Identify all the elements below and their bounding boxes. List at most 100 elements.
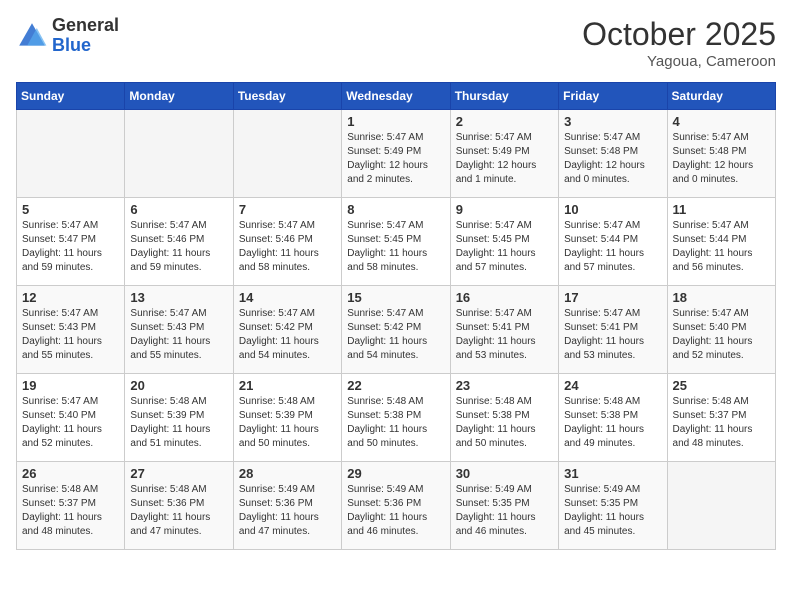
day-cell: 1 Sunrise: 5:47 AM Sunset: 5:49 PM Daylig… — [342, 110, 450, 198]
day-number: 5 — [22, 202, 119, 217]
day-cell: 17 Sunrise: 5:47 AM Sunset: 5:41 PM Dayli… — [559, 286, 667, 374]
header-cell-sunday: Sunday — [17, 83, 125, 110]
logo-icon — [16, 20, 48, 52]
day-info: Sunrise: 5:47 AM Sunset: 5:41 PM Dayligh… — [564, 307, 661, 363]
day-number: 9 — [456, 202, 553, 217]
week-row-2: 12 Sunrise: 5:47 AM Sunset: 5:43 PM Dayli… — [17, 286, 776, 374]
day-info: Sunrise: 5:48 AM Sunset: 5:38 PM Dayligh… — [456, 395, 553, 451]
day-info: Sunrise: 5:48 AM Sunset: 5:39 PM Dayligh… — [239, 395, 336, 451]
day-cell: 16Sunrise: 5:47 AM Sunset: 5:41 PM Dayli… — [450, 286, 558, 374]
day-cell: 12 Sunrise: 5:47 AM Sunset: 5:43 PM Dayli… — [17, 286, 125, 374]
day-info: Sunrise: 5:47 AM Sunset: 5:49 PM Dayligh… — [456, 131, 553, 187]
day-info: Sunrise: 5:47 AM Sunset: 5:47 PM Dayligh… — [22, 219, 119, 275]
day-info: Sunrise: 5:48 AM Sunset: 5:38 PM Dayligh… — [564, 395, 661, 451]
header-cell-thursday: Thursday — [450, 83, 558, 110]
day-number: 14 — [239, 290, 336, 305]
logo: General Blue — [16, 16, 119, 56]
day-cell: 10Sunrise: 5:47 AM Sunset: 5:44 PM Dayli… — [559, 198, 667, 286]
day-cell: 5 Sunrise: 5:47 AM Sunset: 5:47 PM Daylig… — [17, 198, 125, 286]
day-number: 13 — [130, 290, 227, 305]
day-info: Sunrise: 5:48 AM Sunset: 5:38 PM Dayligh… — [347, 395, 444, 451]
day-number: 6 — [130, 202, 227, 217]
day-number: 16 — [456, 290, 553, 305]
day-cell: 13Sunrise: 5:47 AM Sunset: 5:43 PM Dayli… — [125, 286, 233, 374]
day-cell — [667, 462, 775, 550]
day-number: 21 — [239, 378, 336, 393]
day-number: 28 — [239, 466, 336, 481]
day-cell: 20Sunrise: 5:48 AM Sunset: 5:39 PM Dayli… — [125, 374, 233, 462]
day-cell: 4 Sunrise: 5:47 AM Sunset: 5:48 PM Daylig… — [667, 110, 775, 198]
day-info: Sunrise: 5:48 AM Sunset: 5:36 PM Dayligh… — [130, 483, 227, 539]
day-info: Sunrise: 5:47 AM Sunset: 5:48 PM Dayligh… — [564, 131, 661, 187]
week-row-4: 26Sunrise: 5:48 AM Sunset: 5:37 PM Dayli… — [17, 462, 776, 550]
day-number: 31 — [564, 466, 661, 481]
day-info: Sunrise: 5:47 AM Sunset: 5:48 PM Dayligh… — [673, 131, 770, 187]
day-number: 25 — [673, 378, 770, 393]
day-info: Sunrise: 5:47 AM Sunset: 5:40 PM Dayligh… — [22, 395, 119, 451]
calendar-table: SundayMondayTuesdayWednesdayThursdayFrid… — [16, 82, 776, 550]
day-cell: 24 Sunrise: 5:48 AM Sunset: 5:38 PM Dayli… — [559, 374, 667, 462]
logo-blue-text: Blue — [52, 36, 119, 56]
day-number: 12 — [22, 290, 119, 305]
day-number: 4 — [673, 114, 770, 129]
week-row-1: 5 Sunrise: 5:47 AM Sunset: 5:47 PM Daylig… — [17, 198, 776, 286]
logo-general-text: General — [52, 16, 119, 36]
day-cell: 23 Sunrise: 5:48 AM Sunset: 5:38 PM Dayli… — [450, 374, 558, 462]
logo-text: General Blue — [52, 16, 119, 56]
week-row-0: 1 Sunrise: 5:47 AM Sunset: 5:49 PM Daylig… — [17, 110, 776, 198]
header-cell-monday: Monday — [125, 83, 233, 110]
day-info: Sunrise: 5:49 AM Sunset: 5:36 PM Dayligh… — [347, 483, 444, 539]
day-cell: 29 Sunrise: 5:49 AM Sunset: 5:36 PM Dayli… — [342, 462, 450, 550]
day-cell: 14 Sunrise: 5:47 AM Sunset: 5:42 PM Dayli… — [233, 286, 341, 374]
header-cell-wednesday: Wednesday — [342, 83, 450, 110]
day-cell: 22 Sunrise: 5:48 AM Sunset: 5:38 PM Dayli… — [342, 374, 450, 462]
day-cell: 6 Sunrise: 5:47 AM Sunset: 5:46 PM Daylig… — [125, 198, 233, 286]
day-number: 22 — [347, 378, 444, 393]
day-info: Sunrise: 5:48 AM Sunset: 5:37 PM Dayligh… — [22, 483, 119, 539]
day-info: Sunrise: 5:49 AM Sunset: 5:35 PM Dayligh… — [564, 483, 661, 539]
day-number: 29 — [347, 466, 444, 481]
day-number: 7 — [239, 202, 336, 217]
day-cell: 11Sunrise: 5:47 AM Sunset: 5:44 PM Dayli… — [667, 198, 775, 286]
day-number: 1 — [347, 114, 444, 129]
day-info: Sunrise: 5:47 AM Sunset: 5:43 PM Dayligh… — [22, 307, 119, 363]
day-cell: 30Sunrise: 5:49 AM Sunset: 5:35 PM Dayli… — [450, 462, 558, 550]
day-info: Sunrise: 5:47 AM Sunset: 5:46 PM Dayligh… — [130, 219, 227, 275]
day-number: 11 — [673, 202, 770, 217]
day-number: 19 — [22, 378, 119, 393]
day-info: Sunrise: 5:47 AM Sunset: 5:45 PM Dayligh… — [456, 219, 553, 275]
day-cell: 21 Sunrise: 5:48 AM Sunset: 5:39 PM Dayli… — [233, 374, 341, 462]
day-number: 24 — [564, 378, 661, 393]
day-cell: 15Sunrise: 5:47 AM Sunset: 5:42 PM Dayli… — [342, 286, 450, 374]
location: Yagoua, Cameroon — [582, 53, 776, 70]
day-info: Sunrise: 5:47 AM Sunset: 5:49 PM Dayligh… — [347, 131, 444, 187]
day-number: 8 — [347, 202, 444, 217]
day-info: Sunrise: 5:47 AM Sunset: 5:46 PM Dayligh… — [239, 219, 336, 275]
day-info: Sunrise: 5:47 AM Sunset: 5:42 PM Dayligh… — [347, 307, 444, 363]
day-info: Sunrise: 5:47 AM Sunset: 5:40 PM Dayligh… — [673, 307, 770, 363]
day-number: 18 — [673, 290, 770, 305]
day-cell: 25Sunrise: 5:48 AM Sunset: 5:37 PM Dayli… — [667, 374, 775, 462]
day-number: 3 — [564, 114, 661, 129]
day-info: Sunrise: 5:49 AM Sunset: 5:35 PM Dayligh… — [456, 483, 553, 539]
week-row-3: 19 Sunrise: 5:47 AM Sunset: 5:40 PM Dayli… — [17, 374, 776, 462]
title-block: October 2025 Yagoua, Cameroon — [582, 16, 776, 70]
header-row: SundayMondayTuesdayWednesdayThursdayFrid… — [17, 83, 776, 110]
day-cell — [17, 110, 125, 198]
calendar-body: 1 Sunrise: 5:47 AM Sunset: 5:49 PM Daylig… — [17, 110, 776, 550]
day-number: 20 — [130, 378, 227, 393]
day-info: Sunrise: 5:49 AM Sunset: 5:36 PM Dayligh… — [239, 483, 336, 539]
day-cell — [125, 110, 233, 198]
day-cell: 8Sunrise: 5:47 AM Sunset: 5:45 PM Daylig… — [342, 198, 450, 286]
day-number: 17 — [564, 290, 661, 305]
day-number: 23 — [456, 378, 553, 393]
day-cell: 31 Sunrise: 5:49 AM Sunset: 5:35 PM Dayli… — [559, 462, 667, 550]
header-cell-tuesday: Tuesday — [233, 83, 341, 110]
day-cell: 9 Sunrise: 5:47 AM Sunset: 5:45 PM Daylig… — [450, 198, 558, 286]
calendar-header: SundayMondayTuesdayWednesdayThursdayFrid… — [17, 83, 776, 110]
day-cell: 3 Sunrise: 5:47 AM Sunset: 5:48 PM Daylig… — [559, 110, 667, 198]
page-header: General Blue October 2025 Yagoua, Camero… — [16, 16, 776, 70]
day-cell: 18 Sunrise: 5:47 AM Sunset: 5:40 PM Dayli… — [667, 286, 775, 374]
day-info: Sunrise: 5:47 AM Sunset: 5:42 PM Dayligh… — [239, 307, 336, 363]
day-cell: 2Sunrise: 5:47 AM Sunset: 5:49 PM Daylig… — [450, 110, 558, 198]
